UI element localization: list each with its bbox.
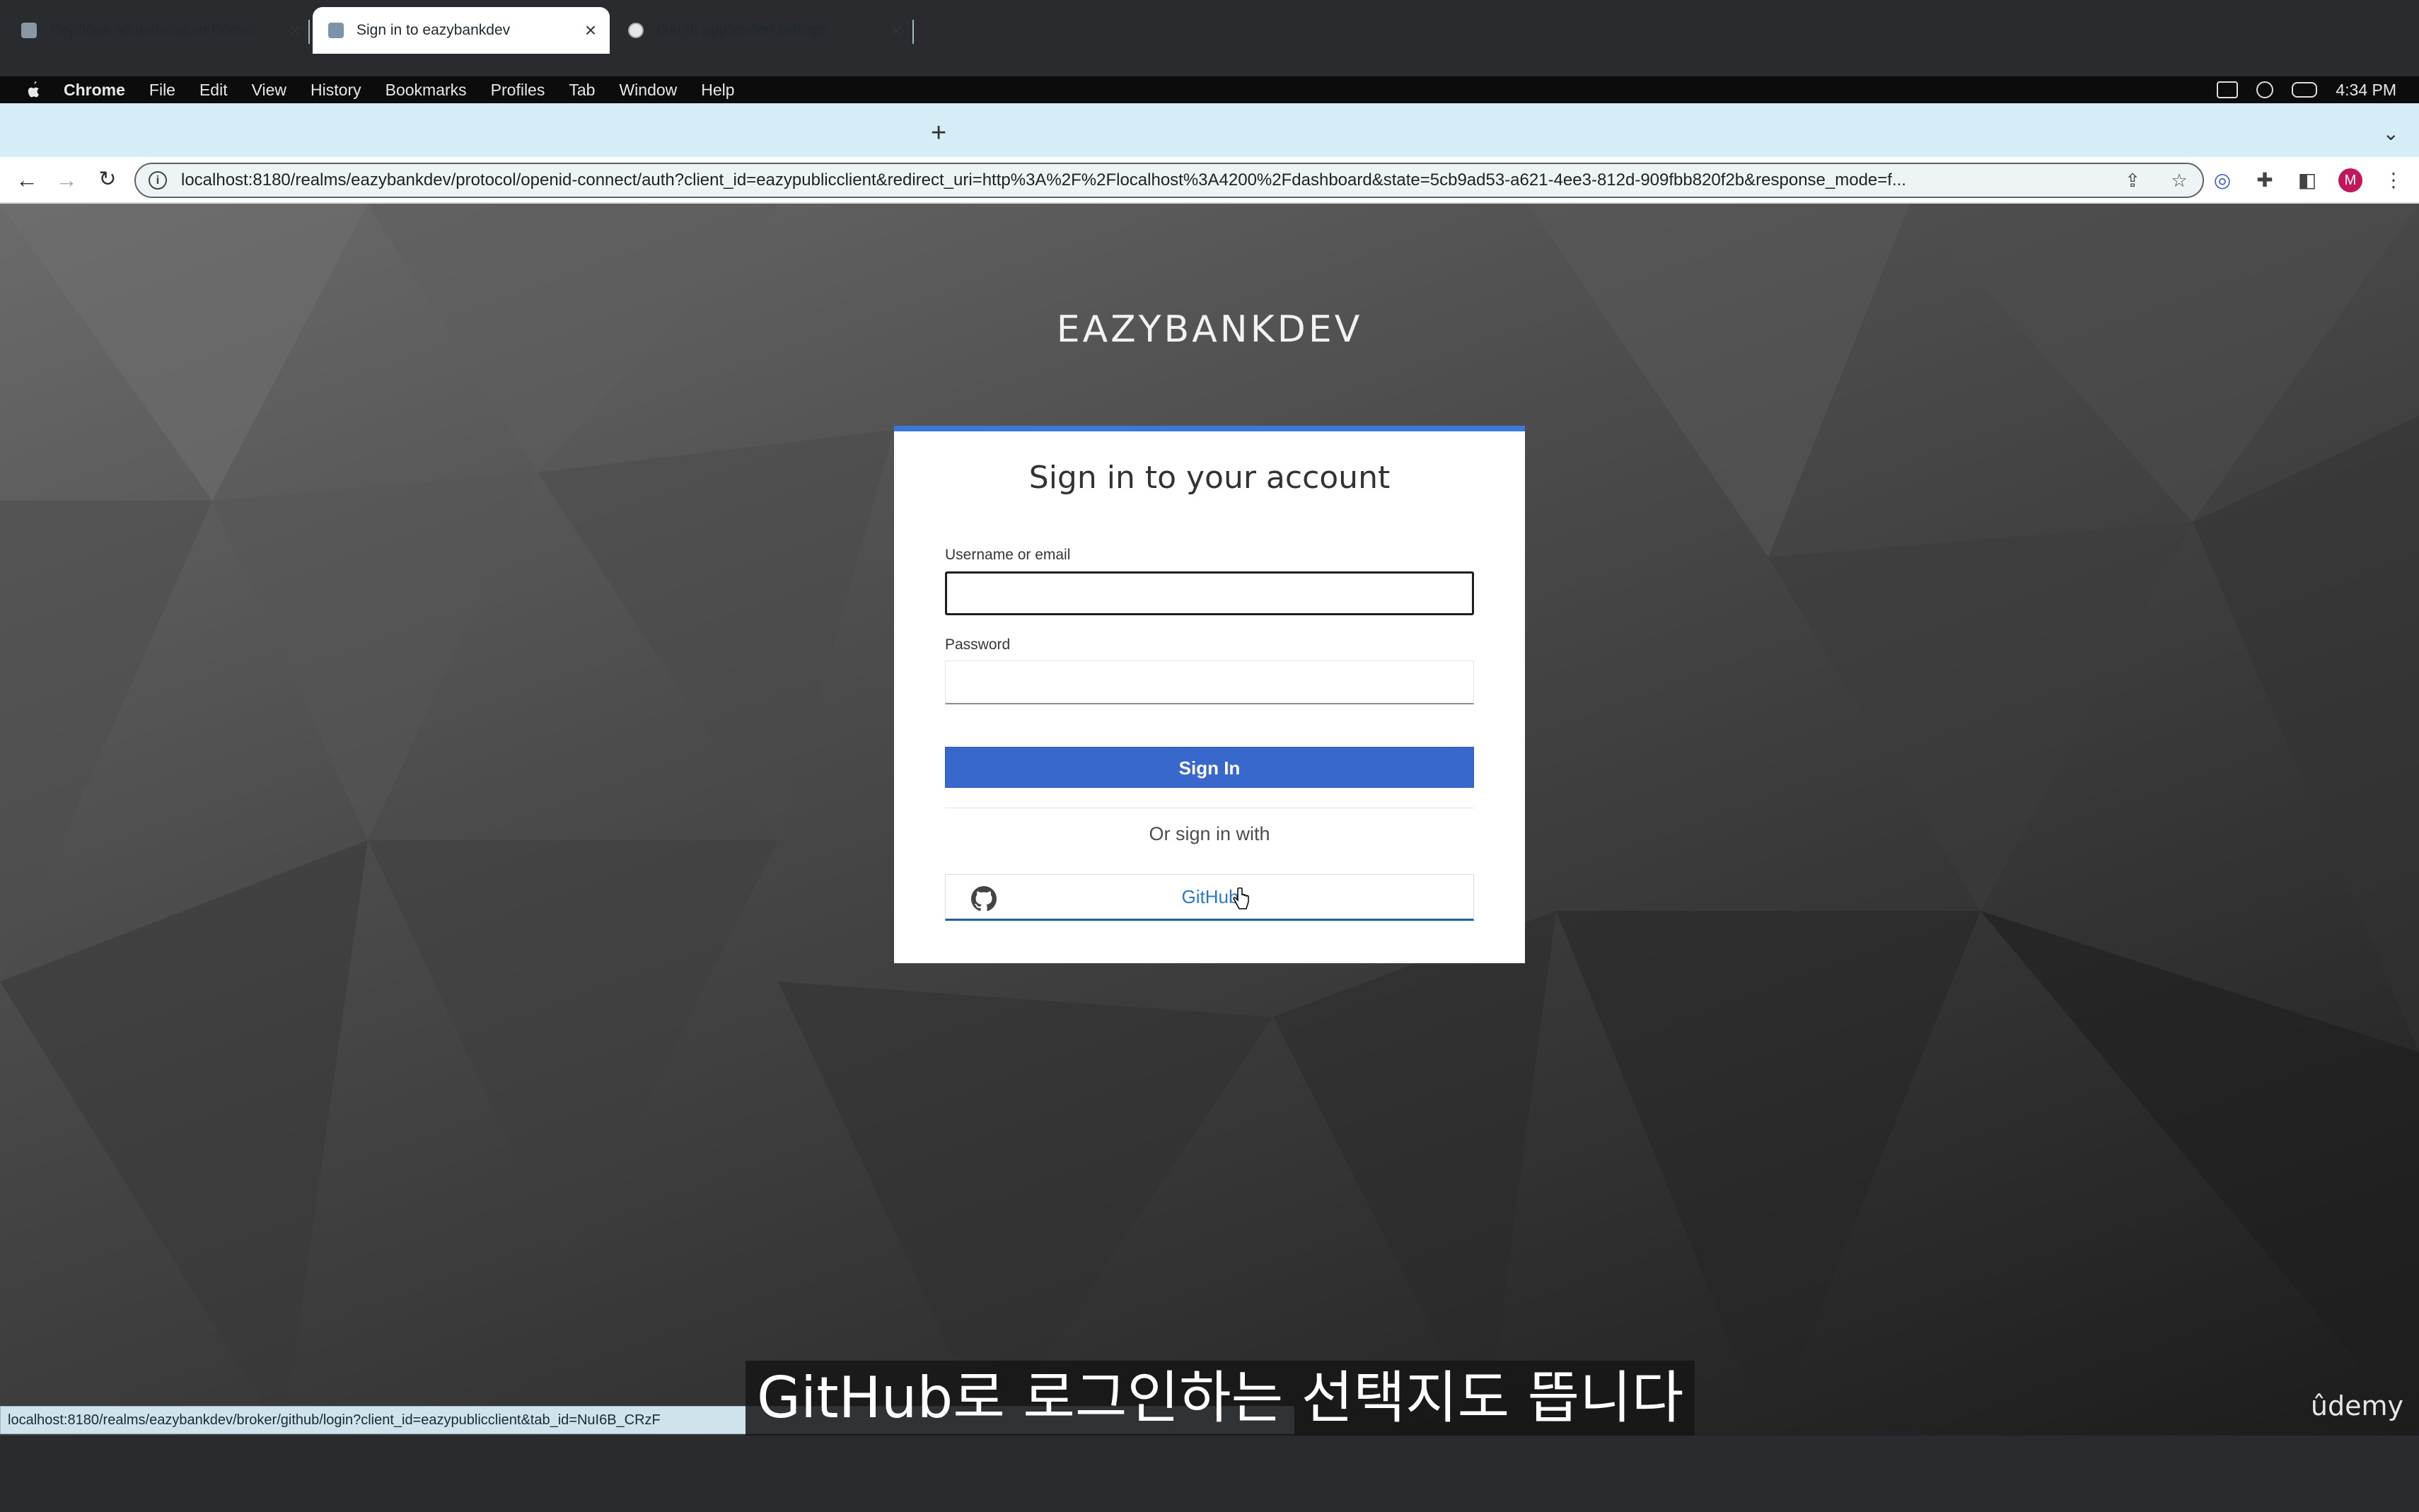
apple-icon[interactable] bbox=[24, 80, 42, 100]
toolbar-actions: ◎ ✚ ◧ M ⋮ bbox=[2211, 157, 2405, 204]
reload-icon[interactable]: ↻ bbox=[92, 164, 123, 195]
tab-search-chevron-down-icon[interactable]: ⌄ bbox=[2383, 122, 2399, 145]
menu-bookmarks[interactable]: Bookmarks bbox=[385, 81, 467, 100]
menu-view[interactable]: View bbox=[252, 81, 286, 100]
share-icon[interactable]: ⇪ bbox=[2122, 170, 2143, 191]
github-button-label: GitHub bbox=[1181, 886, 1239, 907]
more-menu-icon[interactable]: ⋮ bbox=[2382, 169, 2405, 192]
menu-bar-status-area: 4:34 PM bbox=[2217, 76, 2396, 103]
tab-sign-in-eazybankdev[interactable]: Sign in to eazybankdev × bbox=[313, 7, 610, 54]
screen-frame: Chrome File Edit View History Bookmarks … bbox=[0, 0, 2419, 1512]
tab-label: OAuth application settings bbox=[656, 22, 829, 38]
login-page: EAZYBANKDEV Sign in to your account User… bbox=[0, 204, 2419, 1436]
address-bar-url[interactable]: localhost:8180/realms/eazybankdev/protoc… bbox=[181, 170, 2109, 190]
extensions-puzzle-icon[interactable]: ✚ bbox=[2253, 169, 2276, 192]
control-center-icon[interactable] bbox=[2292, 82, 2318, 98]
keycloak-favicon-icon bbox=[328, 23, 344, 38]
menu-help[interactable]: Help bbox=[701, 81, 734, 100]
site-info-icon[interactable]: i bbox=[149, 171, 167, 190]
close-tab-icon[interactable]: × bbox=[286, 19, 304, 42]
back-arrow-icon[interactable]: ← bbox=[11, 164, 42, 195]
github-login-button[interactable]: GitHub bbox=[945, 874, 1474, 921]
macos-menu-bar: Chrome File Edit View History Bookmarks … bbox=[0, 76, 2419, 103]
new-tab-plus-icon[interactable]: + bbox=[931, 119, 946, 147]
menu-clock[interactable]: 4:34 PM bbox=[2336, 81, 2396, 100]
side-panel-icon[interactable]: ◧ bbox=[2296, 169, 2319, 192]
menu-tab[interactable]: Tab bbox=[569, 81, 595, 100]
tab-label: Sign in to eazybankdev bbox=[356, 22, 511, 38]
tab-oauth-settings[interactable]: OAuth application settings × bbox=[628, 7, 905, 54]
menu-profiles[interactable]: Profiles bbox=[491, 81, 545, 100]
sign-in-button[interactable]: Sign In bbox=[945, 747, 1474, 788]
profile-avatar[interactable]: M bbox=[2338, 168, 2362, 192]
forward-arrow-icon[interactable]: → bbox=[51, 164, 82, 195]
username-label: Username or email bbox=[945, 547, 1071, 563]
address-bar[interactable]: i localhost:8180/realms/eazybankdev/prot… bbox=[134, 163, 2204, 198]
extension-icon[interactable]: ◎ bbox=[2211, 169, 2234, 192]
hand-pointer-cursor-icon bbox=[1233, 888, 1249, 909]
or-sign-in-with-text: Or sign in with bbox=[1149, 823, 1270, 844]
menu-history[interactable]: History bbox=[311, 81, 361, 100]
close-tab-icon[interactable]: × bbox=[581, 19, 600, 42]
browser-tab-strip bbox=[0, 103, 2419, 163]
tab-separator bbox=[912, 20, 914, 44]
menu-window[interactable]: Window bbox=[619, 81, 677, 100]
udemy-watermark: ûdemy bbox=[2310, 1390, 2403, 1421]
realm-title: EAZYBANKDEV bbox=[1056, 308, 1363, 351]
menu-app-chrome[interactable]: Chrome bbox=[64, 81, 125, 100]
user-account-icon[interactable] bbox=[2256, 81, 2274, 98]
keycloak-favicon-icon bbox=[21, 23, 37, 38]
video-subtitle-caption: GitHub로 로그인하는 선택지도 뜹니다 bbox=[746, 1361, 1695, 1436]
github-favicon-icon bbox=[628, 23, 644, 38]
screen-record-icon[interactable] bbox=[2217, 81, 2239, 98]
tab-keycloak-admin[interactable]: Keycloak Administration Conso × bbox=[21, 7, 304, 54]
username-input[interactable] bbox=[945, 571, 1474, 615]
browser-toolbar: ← → ↻ i localhost:8180/realms/eazybankde… bbox=[0, 157, 2419, 204]
bookmark-star-icon[interactable]: ☆ bbox=[2169, 170, 2190, 191]
card-title: Sign in to your account bbox=[1028, 460, 1391, 496]
password-input[interactable] bbox=[945, 661, 1474, 704]
menu-edit[interactable]: Edit bbox=[199, 81, 228, 100]
login-card: Sign in to your account Username or emai… bbox=[894, 426, 1525, 963]
menu-file[interactable]: File bbox=[149, 81, 175, 100]
tab-separator bbox=[308, 20, 310, 44]
password-label: Password bbox=[945, 636, 1011, 653]
tab-label: Keycloak Administration Conso bbox=[50, 22, 255, 38]
close-tab-icon[interactable]: × bbox=[887, 19, 905, 42]
